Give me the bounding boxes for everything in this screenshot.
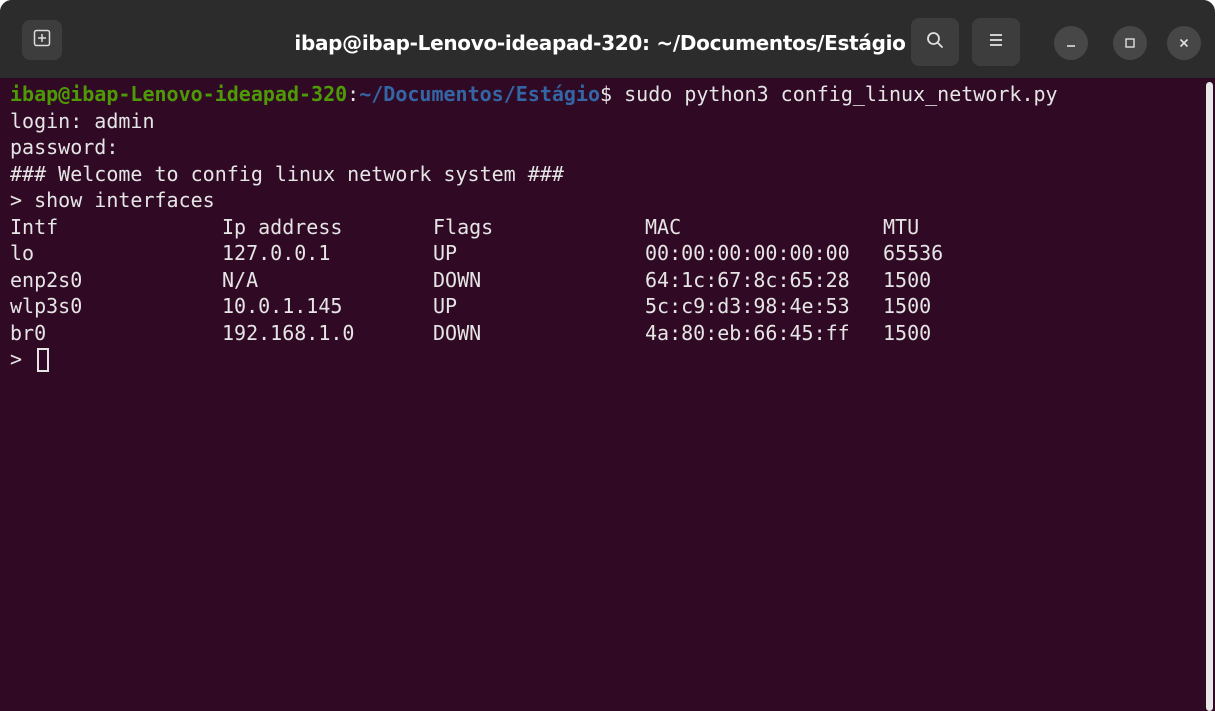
prompt-command: $ sudo python3 config_linux_network.py xyxy=(600,82,1058,106)
cell-mtu: 1500 xyxy=(883,267,932,292)
header-mac: MAC xyxy=(645,214,682,239)
title-bar: ibap@ibap-Lenovo-ideapad-320: ~/Document… xyxy=(0,0,1215,78)
cell-ip: 192.168.1.0 xyxy=(222,320,355,345)
command-prompt-line: ibap@ibap-Lenovo-ideapad-320:~/Documento… xyxy=(10,81,1058,108)
new-tab-button[interactable] xyxy=(22,20,62,60)
input-prompt: > xyxy=(10,347,23,371)
prompt-separator: : xyxy=(347,82,360,106)
close-icon xyxy=(1178,34,1190,53)
cell-flags: UP xyxy=(433,241,458,265)
hamburger-menu-icon xyxy=(987,32,1005,52)
cell-ip: N/A xyxy=(222,267,259,292)
header-ip: Ip address xyxy=(222,214,343,239)
search-icon xyxy=(925,30,945,54)
cell-intf: lo xyxy=(10,241,35,265)
new-tab-icon xyxy=(33,29,51,51)
cell-intf: br0 xyxy=(10,320,47,345)
minimize-icon xyxy=(1065,34,1077,53)
terminal-output[interactable]: ibap@ibap-Lenovo-ideapad-320:~/Documento… xyxy=(0,78,1205,711)
cell-mtu: 65536 xyxy=(883,241,944,265)
cell-ip: 127.0.0.1 xyxy=(222,241,331,265)
header-mtu: MTU xyxy=(883,214,920,239)
scrollbar[interactable] xyxy=(1206,82,1213,711)
maximize-icon xyxy=(1124,34,1136,53)
cell-flags: DOWN xyxy=(433,320,482,345)
cell-intf: wlp3s0 xyxy=(10,294,83,318)
cell-intf: enp2s0 xyxy=(10,267,83,292)
cell-flags: UP xyxy=(433,294,458,318)
menu-button[interactable] xyxy=(972,18,1020,66)
terminal-line: login: admin xyxy=(10,108,155,133)
cell-mtu: 1500 xyxy=(883,294,932,318)
cell-mtu: 1500 xyxy=(883,320,932,345)
prompt-user: ibap@ibap-Lenovo-ideapad-320 xyxy=(10,82,348,106)
cell-mac: 00:00:00:00:00:00 xyxy=(645,241,850,265)
cell-mac: 64:1c:67:8c:65:28 xyxy=(645,267,850,292)
close-button[interactable] xyxy=(1167,26,1201,60)
cell-mac: 4a:80:eb:66:45:ff xyxy=(645,320,850,345)
header-flags: Flags xyxy=(433,214,494,239)
terminal-line: password: xyxy=(10,135,119,159)
cell-mac: 5c:c9:d3:98:4e:53 xyxy=(645,294,850,318)
window-title: ibap@ibap-Lenovo-ideapad-320: ~/Document… xyxy=(294,31,906,55)
terminal-line: > show interfaces xyxy=(10,188,215,212)
maximize-button[interactable] xyxy=(1113,26,1147,60)
cell-ip: 10.0.1.145 xyxy=(222,294,343,318)
text-cursor[interactable] xyxy=(37,348,49,372)
search-button[interactable] xyxy=(911,18,959,66)
minimize-button[interactable] xyxy=(1054,26,1088,60)
prompt-path: ~/Documentos/Estágio xyxy=(359,82,601,106)
terminal-window: ibap@ibap-Lenovo-ideapad-320: ~/Document… xyxy=(0,0,1215,711)
cell-flags: DOWN xyxy=(433,267,482,292)
terminal-line: ### Welcome to config linux network syst… xyxy=(10,161,564,186)
header-intf: Intf xyxy=(10,214,59,239)
